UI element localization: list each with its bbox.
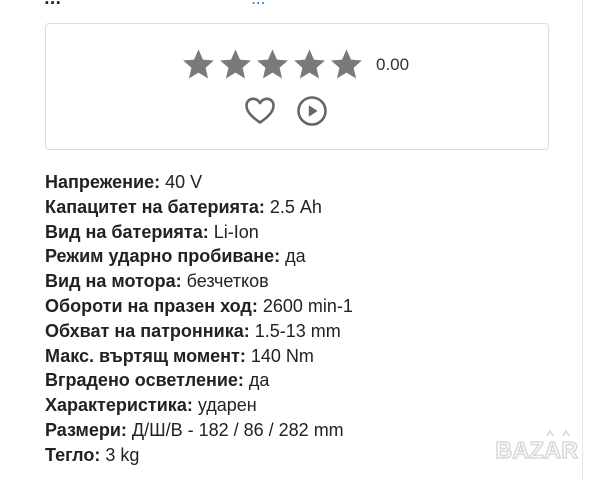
spec-value: да	[248, 370, 270, 391]
content-divider	[582, 0, 583, 480]
spec-value: 3 kg	[105, 444, 140, 465]
spec-label: Обхват на патронника:	[45, 320, 250, 341]
spec-value: 2.5 Ah	[269, 196, 322, 217]
spec-row: Размери: Д/Ш/В - 182 / 86 / 282 mm	[45, 418, 545, 443]
spec-label: Характеристика:	[45, 395, 193, 416]
spec-label: Тегло:	[45, 444, 101, 465]
spec-label: Обороти на празен ход:	[45, 295, 258, 316]
spec-value: Li-Ion	[213, 221, 259, 242]
spec-row: Макс. въртящ момент: 140 Nm	[45, 344, 545, 369]
spec-value: 40 V	[165, 172, 203, 192]
svg-text:BAZAR: BAZAR	[496, 437, 579, 463]
bazar-watermark-logo: BAZAR	[489, 426, 585, 470]
rating-value: 0.00	[376, 54, 410, 74]
cut-off-header-row: ......	[44, 0, 444, 4]
cut-off-link[interactable]: ...	[251, 0, 265, 4]
actions-row	[243, 94, 329, 128]
star-icon[interactable]	[254, 46, 291, 83]
star-icon[interactable]	[217, 46, 254, 83]
rating-stars[interactable]: 0.00	[180, 46, 409, 83]
spec-row: Вид на батерията: Li-Ion	[45, 220, 545, 245]
spec-label: Размери:	[45, 419, 127, 440]
spec-row: Обхват на патронника: 1.5-13 mm	[45, 319, 545, 344]
spec-label: Напрежение:	[45, 172, 161, 192]
spec-label: Режим ударно пробиване:	[45, 246, 281, 267]
spec-row: Режим ударно пробиване: да	[45, 244, 545, 269]
star-icon[interactable]	[291, 46, 328, 83]
spec-value: 140 Nm	[250, 345, 314, 366]
spec-row: Напрежение: 40 V	[45, 170, 545, 195]
spec-value: Д/Ш/В - 182 / 86 / 282 mm	[131, 419, 344, 440]
spec-list: Напрежение: 40 V Капацитет на батерията: …	[45, 170, 545, 468]
spec-row: Характеристика: ударен	[45, 393, 545, 418]
star-icon[interactable]	[180, 46, 217, 83]
spec-row: Обороти на празен ход: 2600 min-1	[45, 294, 545, 319]
spec-label: Вградено осветление:	[45, 370, 244, 391]
spec-value: безчетков	[186, 271, 269, 292]
spec-value: да	[285, 246, 306, 267]
play-circle-icon[interactable]	[295, 94, 329, 128]
cut-off-label: ...	[44, 0, 61, 4]
spec-value: ударен	[197, 395, 257, 416]
spec-value: 2600 min-1	[262, 295, 353, 316]
product-page: ...... 0.00	[0, 0, 597, 480]
spec-label: Вид на батерията:	[45, 221, 209, 242]
spec-row: Тегло: 3 kg	[45, 443, 545, 468]
spec-row: Вградено осветление: да	[45, 368, 545, 393]
rating-card: 0.00	[45, 23, 549, 150]
heart-icon[interactable]	[243, 94, 277, 128]
spec-row: Вид на мотора: безчетков	[45, 269, 545, 294]
spec-label: Макс. въртящ момент:	[45, 345, 246, 366]
spec-row: Капацитет на батерията: 2.5 Ah	[45, 195, 545, 220]
spec-label: Вид на мотора:	[45, 271, 182, 292]
spec-label: Капацитет на батерията:	[45, 196, 265, 217]
star-icon[interactable]	[328, 46, 365, 83]
spec-value: 1.5-13 mm	[254, 320, 341, 341]
